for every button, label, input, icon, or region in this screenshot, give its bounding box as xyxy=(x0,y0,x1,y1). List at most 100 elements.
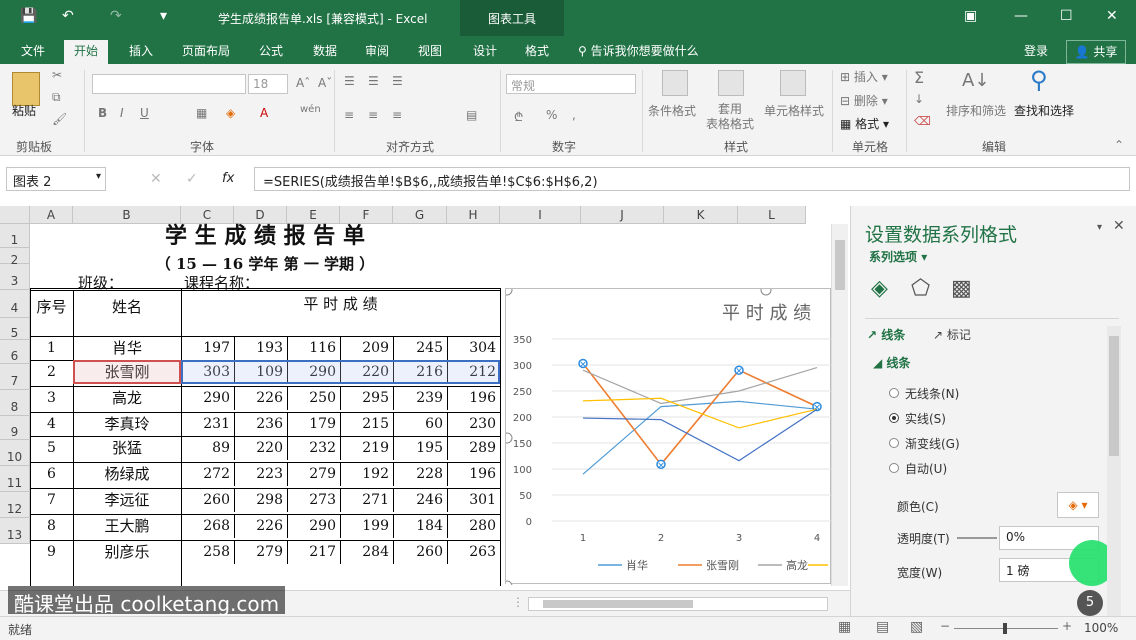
autosum-icon[interactable]: Σ xyxy=(914,68,924,87)
align-left-icon[interactable]: ≡ xyxy=(344,108,354,122)
row-header-6[interactable]: 6 xyxy=(0,340,30,364)
row-header-9[interactable]: 9 xyxy=(0,416,30,440)
color-picker-button[interactable]: ◈ ▾ xyxy=(1057,492,1099,518)
underline-icon[interactable]: U xyxy=(140,106,149,120)
page-break-view-icon[interactable]: ▧ xyxy=(910,619,923,635)
solid-line-label[interactable]: 实线(S) xyxy=(905,410,946,427)
format-painter-icon[interactable]: 🖌 xyxy=(52,112,67,126)
series-options-icon[interactable]: ▩ xyxy=(951,276,972,301)
align-bottom-icon[interactable]: ☰ xyxy=(392,74,403,88)
undo-icon[interactable]: ↶ xyxy=(62,8,74,24)
border-icon[interactable]: ▦ xyxy=(196,106,207,120)
radio-solid-line[interactable] xyxy=(889,413,899,423)
radio-gradient-line[interactable] xyxy=(889,438,899,448)
tab-line[interactable]: ↗ 线条 xyxy=(867,326,905,343)
find-select-label[interactable]: 查找和选择 xyxy=(1014,102,1074,119)
comma-icon[interactable]: , xyxy=(572,108,576,122)
ribbon-display-icon[interactable]: ▣ xyxy=(964,8,977,24)
redo-icon[interactable]: ↷ xyxy=(110,8,122,24)
select-all-corner[interactable] xyxy=(0,206,30,224)
save-icon[interactable]: 💾 xyxy=(20,8,37,24)
row-header-10[interactable]: 10 xyxy=(0,440,30,466)
column-header-a[interactable]: A xyxy=(30,206,73,224)
tab-data[interactable]: 数据 xyxy=(310,40,340,64)
insert-function-icon[interactable]: fx xyxy=(222,171,234,186)
tab-insert[interactable]: 插入 xyxy=(126,40,156,64)
cell-style-icon[interactable] xyxy=(780,70,806,96)
row-header-8[interactable]: 8 xyxy=(0,390,30,416)
pane-scrollbar[interactable] xyxy=(1107,326,1121,616)
radio-no-line[interactable] xyxy=(889,388,899,398)
gradient-line-label[interactable]: 渐变线(G) xyxy=(905,435,960,452)
horizontal-scrollbar[interactable] xyxy=(528,597,828,611)
phonetic-icon[interactable]: wén xyxy=(300,104,321,115)
grow-font-icon[interactable]: Aˆ xyxy=(296,76,310,90)
collapse-ribbon-icon[interactable]: ⌃ xyxy=(1114,138,1124,152)
font-name-select[interactable] xyxy=(92,74,246,94)
percent-icon[interactable]: % xyxy=(546,108,557,122)
worksheet[interactable]: ABCDEFGHIJKL 1 2 3 4 5 6 7 8 9 10 11 12 13 学 生 成 绩 报… xyxy=(0,206,850,586)
horizontal-scroll-thumb[interactable] xyxy=(543,600,693,608)
effects-icon[interactable]: ⬠ xyxy=(911,276,930,301)
merge-center-icon[interactable]: ▤ xyxy=(466,108,477,122)
column-header-i[interactable]: I xyxy=(500,206,581,224)
row-header-12[interactable]: 12 xyxy=(0,492,30,518)
table-format-label[interactable]: 套用 表格格式 xyxy=(702,102,758,132)
zoom-out-icon[interactable]: − xyxy=(940,619,950,633)
paste-icon[interactable] xyxy=(12,72,40,106)
cut-icon[interactable]: ✂ xyxy=(52,68,62,82)
auto-line-label[interactable]: 自动(U) xyxy=(905,460,947,477)
share-button[interactable]: 👤 共享 xyxy=(1066,40,1126,64)
font-color-icon[interactable]: A xyxy=(260,106,268,120)
cancel-icon[interactable]: ✕ xyxy=(150,171,162,187)
fill-line-icon[interactable]: ◈ xyxy=(871,276,888,301)
conditional-format-label[interactable]: 条件格式 xyxy=(648,102,696,119)
column-header-g[interactable]: G xyxy=(393,206,447,224)
pane-close-icon[interactable]: ✕ xyxy=(1113,218,1125,234)
column-header-f[interactable]: F xyxy=(340,206,393,224)
cell-style-label[interactable]: 单元格样式 xyxy=(764,102,824,119)
transparency-slider[interactable] xyxy=(957,537,997,539)
align-middle-icon[interactable]: ☰ xyxy=(368,74,379,88)
tab-page-layout[interactable]: 页面布局 xyxy=(180,40,232,64)
pane-options-icon[interactable]: ▾ xyxy=(1097,222,1102,233)
normal-view-icon[interactable]: ▦ xyxy=(838,619,851,635)
delete-cells-button[interactable]: ⊟ 删除 ▾ xyxy=(840,92,888,109)
minimize-icon[interactable]: — xyxy=(1014,8,1028,24)
format-cells-button[interactable]: ▦ 格式 ▾ xyxy=(840,115,889,132)
table-format-icon[interactable] xyxy=(718,70,744,96)
align-center-icon[interactable]: ≡ xyxy=(368,108,378,122)
tab-format[interactable]: 格式 xyxy=(522,40,552,64)
customize-qa-icon[interactable]: ▾ xyxy=(160,8,167,24)
fill-icon[interactable]: ↓ xyxy=(914,92,924,106)
tab-design[interactable]: 设计 xyxy=(470,40,500,64)
sheet-options-icon[interactable]: ⋮ xyxy=(512,595,524,609)
sort-filter-label[interactable]: 排序和筛选 xyxy=(946,102,1006,119)
italic-icon[interactable]: I xyxy=(120,106,124,120)
shrink-font-icon[interactable]: Aˇ xyxy=(318,76,332,90)
column-header-e[interactable]: E xyxy=(287,206,340,224)
column-header-b[interactable]: B xyxy=(73,206,181,224)
maximize-icon[interactable]: ☐ xyxy=(1060,8,1073,24)
row-header-5[interactable]: 5 xyxy=(0,318,30,340)
column-header-l[interactable]: L xyxy=(738,206,806,224)
bold-icon[interactable]: B xyxy=(98,106,107,120)
font-size-select[interactable]: 18 xyxy=(248,74,288,94)
enter-icon[interactable]: ✓ xyxy=(186,171,198,187)
vertical-scrollbar[interactable] xyxy=(831,224,848,586)
no-line-label[interactable]: 无线条(N) xyxy=(905,385,959,402)
tell-me-box[interactable]: ⚲ 告诉我你想要做什么 xyxy=(578,40,699,64)
tab-marker[interactable]: ↗ 标记 xyxy=(933,326,971,343)
paste-label[interactable]: 粘贴 xyxy=(12,102,36,119)
tab-view[interactable]: 视图 xyxy=(415,40,445,64)
align-right-icon[interactable]: ≡ xyxy=(392,108,402,122)
find-icon[interactable]: ⚲ xyxy=(1030,66,1048,94)
tab-home[interactable]: 开始 xyxy=(64,40,109,64)
row-header-1[interactable]: 1 xyxy=(0,224,30,248)
column-header-h[interactable]: H xyxy=(447,206,500,224)
vertical-scroll-thumb[interactable] xyxy=(835,240,845,290)
zoom-in-icon[interactable]: + xyxy=(1062,619,1072,633)
column-header-c[interactable]: C xyxy=(181,206,234,224)
zoom-level[interactable]: 100% xyxy=(1084,621,1118,635)
conditional-format-icon[interactable] xyxy=(662,70,688,96)
